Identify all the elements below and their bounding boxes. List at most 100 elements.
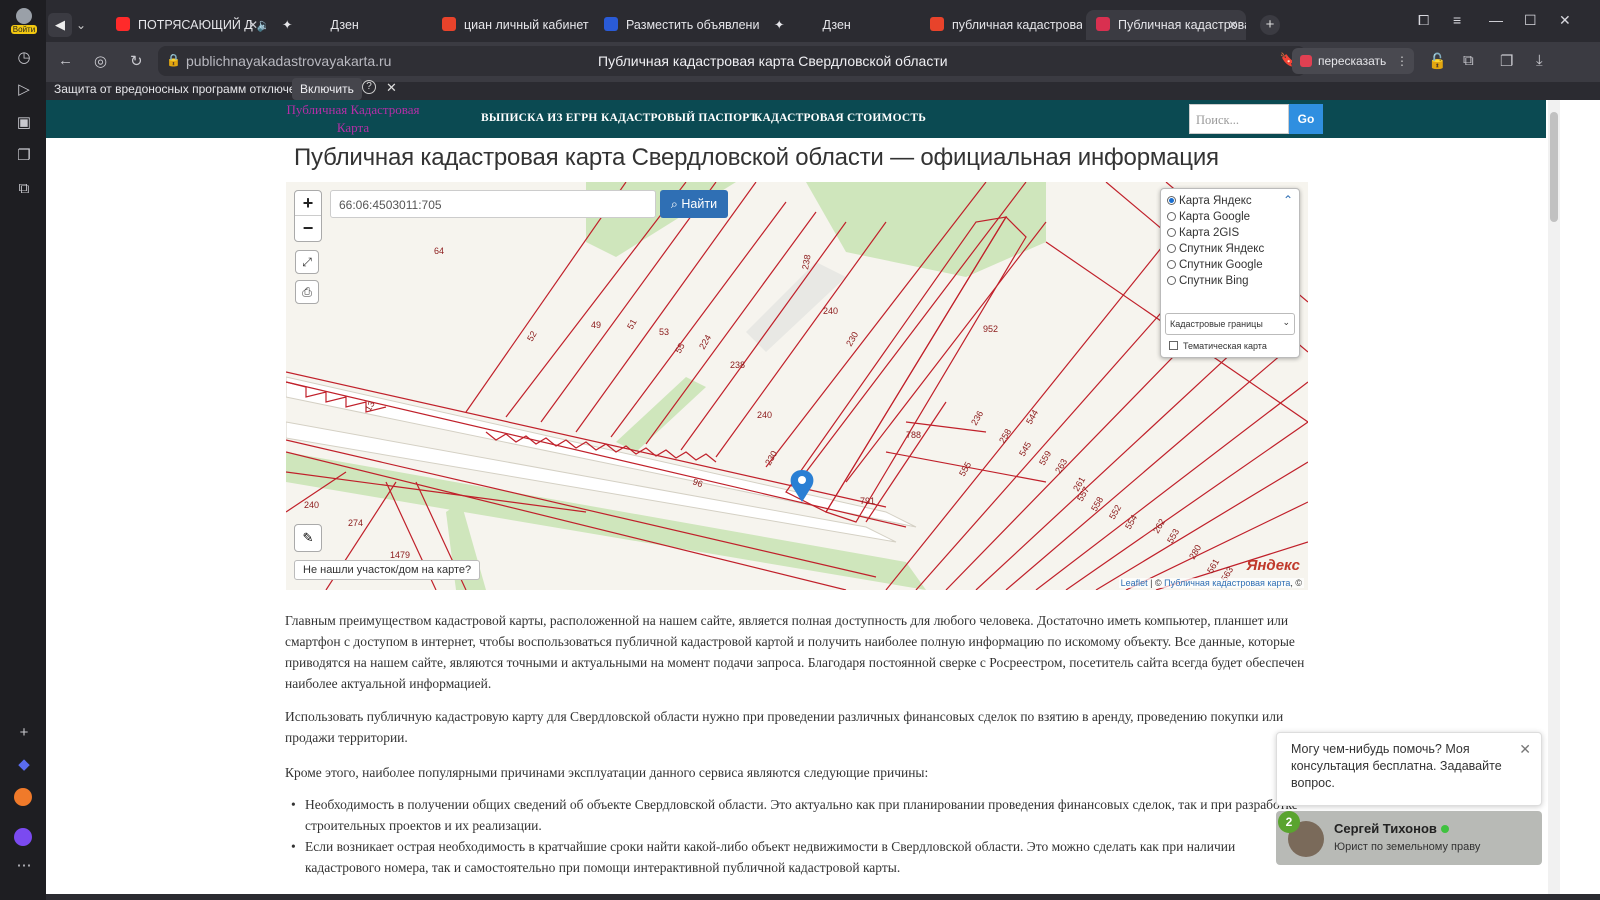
radio-icon — [1167, 212, 1176, 221]
collections-icon[interactable]: ❐ — [1500, 52, 1513, 70]
menu-icon[interactable]: ≡ — [1453, 12, 1461, 28]
zoom-out-button[interactable]: − — [295, 216, 321, 241]
tab-dzen[interactable]: ✦ Дзен — [282, 10, 392, 40]
close-icon[interactable]: ✕ — [1519, 741, 1531, 758]
tab-cian[interactable]: циан личный кабинет вой — [442, 10, 592, 40]
layer-option[interactable]: Спутник Bing — [1167, 275, 1249, 287]
new-tab-button[interactable]: + — [1260, 15, 1280, 35]
site-search-input[interactable]: Поиск... — [1189, 104, 1289, 134]
extensions-icon[interactable]: ⧉ — [1463, 52, 1474, 69]
chevron-down-icon: ⌄ — [1282, 317, 1290, 327]
collections-icon[interactable]: ❐ — [14, 146, 34, 166]
paragraph: Главным преимуществом кадастровой карты,… — [285, 613, 1305, 691]
close-icon[interactable]: ✕ — [386, 80, 397, 96]
more-icon[interactable]: ⋯ — [14, 856, 34, 876]
tab-youtube[interactable]: ПОТРЯСАЮЩИЙ Д 🔈 ✕ — [116, 10, 266, 40]
protect-icon[interactable]: ◎ — [94, 52, 107, 70]
menu-passport[interactable]: КАДАСТРОВЫЙ ПАСПОРТ — [601, 112, 757, 124]
search-go-button[interactable]: Go — [1289, 104, 1323, 134]
checkbox-icon — [1169, 341, 1178, 350]
layer-switcher[interactable]: ⌃ Карта Яндекс Карта Google Карта 2GIS С… — [1160, 188, 1300, 358]
scrollbar-thumb[interactable] — [1550, 112, 1558, 222]
tab-kadastr-active[interactable]: Публичная кадастрова ✕ — [1086, 10, 1246, 40]
overlay-select[interactable]: Кадастровые границы ⌄ — [1165, 313, 1295, 335]
media-icon[interactable]: ▷ — [14, 80, 34, 100]
summarize-button[interactable]: пересказать ⋮ — [1292, 48, 1414, 74]
add-icon[interactable]: + — [14, 723, 34, 743]
leaflet-link[interactable]: Leaflet — [1121, 578, 1148, 588]
address-bar: ← ◎ ↻ 🔒 publichnayakadastrovayakarta.ru … — [46, 42, 1600, 82]
tab-dzen-2[interactable]: ✦ Дзен — [774, 10, 884, 40]
calendar-icon[interactable]: ▣ — [14, 113, 34, 133]
collapse-icon[interactable]: ⌃ — [1283, 193, 1293, 207]
scrollbar[interactable] — [1548, 100, 1560, 894]
layer-option[interactable]: Карта Яндекс — [1167, 195, 1252, 207]
chevron-down-icon[interactable]: ⌄ — [76, 13, 86, 37]
layer-option[interactable]: Спутник Google — [1167, 259, 1263, 271]
history-icon[interactable]: ◷ — [14, 48, 34, 68]
yandex-icon — [442, 17, 456, 31]
close-icon[interactable]: ✕ — [1228, 10, 1238, 40]
lock-icon[interactable]: 🔓 — [1428, 52, 1447, 70]
radio-icon — [1167, 196, 1176, 205]
ruler-icon[interactable]: ✎ — [294, 524, 322, 552]
protection-infobar: Защита от вредоносных программ отключена… — [46, 78, 1600, 100]
not-found-link[interactable]: Не нашли участок/дом на карте? — [294, 560, 481, 580]
enable-protection-button[interactable]: Включить — [292, 78, 362, 100]
list-item: Если возникает острая необходимость в кр… — [291, 836, 1309, 878]
download-icon[interactable]: ⤓ — [1536, 52, 1543, 69]
cadastral-search-input[interactable]: 66:06:4503011:705 — [330, 190, 656, 218]
layer-option[interactable]: Спутник Яндекс — [1167, 243, 1264, 255]
minimize-icon[interactable]: — — [1489, 12, 1503, 28]
page-heading: Публичная кадастровая карта Свердловской… — [294, 144, 1219, 171]
site-logo[interactable]: Публичная Кадастровая Карта — [278, 101, 428, 137]
radio-icon — [1167, 228, 1176, 237]
thematic-checkbox[interactable]: Тематическая карта — [1169, 341, 1267, 351]
cube-icon[interactable]: ◆ — [14, 755, 34, 775]
bookmarks-icon[interactable]: ⧠ — [1418, 12, 1429, 29]
screenshot-icon[interactable]: ⧉ — [14, 179, 34, 199]
close-icon[interactable]: ✕ — [248, 10, 258, 40]
chat-bubble[interactable]: Могу чем-нибудь помочь? Моя консультация… — [1276, 732, 1542, 806]
tab-avito[interactable]: Разместить объявление с — [604, 10, 760, 40]
help-icon[interactable]: ? — [362, 80, 376, 94]
maximize-icon[interactable]: ☐ — [1524, 12, 1537, 29]
agent-name: Сергей Тихонов — [1334, 821, 1437, 836]
zoom-in-button[interactable]: + — [295, 191, 321, 216]
window-close-icon[interactable]: ✕ — [1559, 12, 1571, 29]
zoom-control[interactable]: + − — [294, 190, 322, 242]
site-header: Публичная Кадастровая Карта ВЫПИСКА ИЗ Е… — [46, 100, 1546, 138]
fullscreen-icon[interactable]: ⤢ — [295, 250, 319, 274]
alice-icon[interactable] — [14, 828, 34, 848]
paragraph: Кроме этого, наиболее популярными причин… — [285, 765, 929, 780]
dzen-icon: ✦ — [282, 18, 293, 32]
paragraph: Использовать публичную кадастровую карту… — [285, 709, 1284, 745]
online-icon — [1440, 825, 1449, 833]
search-icon: ⌕ — [670, 197, 682, 211]
sound-icon[interactable]: ◀ — [48, 13, 72, 37]
menu-egrn[interactable]: ВЫПИСКА ИЗ ЕГРН — [481, 112, 598, 124]
lock-icon: 🔒 — [166, 53, 181, 67]
tab-kadastr-search[interactable]: публичная кадастровая к — [930, 10, 1082, 40]
radio-icon — [1167, 244, 1176, 253]
youtube-icon — [116, 17, 130, 31]
profile-button[interactable]: Войти — [11, 8, 37, 36]
map-attribution: Leaflet | © Публичная кадастровая карта,… — [1118, 578, 1304, 588]
menu-cost[interactable]: КАДАСТРОВАЯ СТОИМОСТЬ — [754, 112, 926, 124]
layer-option[interactable]: Карта Google — [1167, 211, 1250, 223]
site-link[interactable]: Публичная кадастровая карта — [1164, 578, 1290, 588]
print-icon[interactable]: ⎙ — [295, 280, 319, 304]
url-field[interactable]: 🔒 publichnayakadastrovayakarta.ru Публич… — [158, 46, 1306, 76]
find-button[interactable]: ⌕ Найти — [660, 190, 728, 218]
chat-agent-card[interactable]: 2 Сергей Тихонов Юрист по земельному пра… — [1276, 811, 1542, 865]
summarize-icon — [1300, 55, 1312, 67]
browser-window: Войти ◷ ▷ ▣ ❐ ⧉ + ◆ ⋯ ◀ ⌄ ПОТРЯСАЮЩИЙ Д 🔈… — [0, 0, 1600, 900]
app-icon[interactable] — [14, 788, 34, 808]
yandex-logo: Яндекс — [1246, 557, 1300, 574]
sidebar-rail: Войти ◷ ▷ ▣ ❐ ⧉ + ◆ ⋯ — [0, 0, 46, 900]
more-icon[interactable]: ⋮ — [1396, 48, 1408, 74]
reload-icon[interactable]: ↻ — [130, 52, 143, 70]
layer-option[interactable]: Карта 2GIS — [1167, 227, 1239, 239]
back-icon[interactable]: ← — [58, 52, 73, 69]
cadastral-map[interactable]: 64 52 49 51 53 55 224 238 238 240 240 230 952 788 791 2… — [286, 182, 1308, 590]
